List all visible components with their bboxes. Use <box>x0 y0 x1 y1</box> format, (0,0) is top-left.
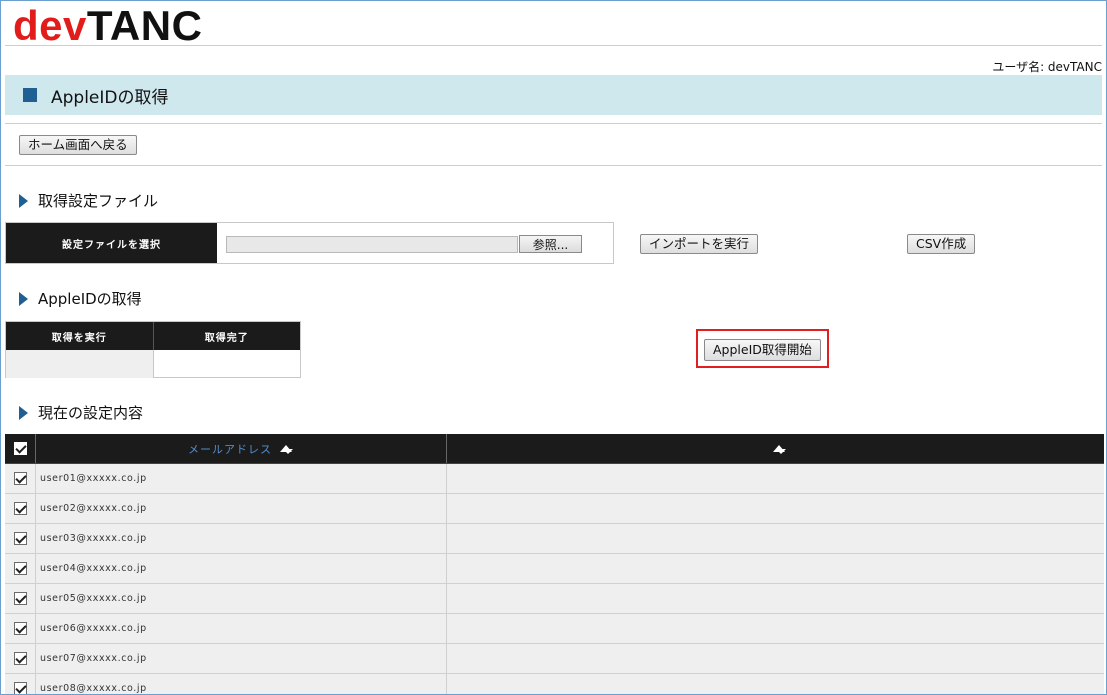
second-cell <box>447 524 1104 553</box>
email-cell: user03@xxxxx.co.jp <box>36 524 447 553</box>
col-execute-header: 取得を実行 <box>6 322 154 350</box>
table-row: user02@xxxxx.co.jp <box>5 494 1104 524</box>
table-row: user08@xxxxx.co.jp <box>5 674 1104 694</box>
row-checkbox[interactable] <box>13 682 27 694</box>
triangle-right-icon <box>19 193 28 208</box>
second-cell <box>447 554 1104 583</box>
file-select-label: 設定ファイルを選択 <box>6 223 217 263</box>
second-cell <box>447 494 1104 523</box>
square-icon <box>23 88 37 102</box>
email-cell: user05@xxxxx.co.jp <box>36 584 447 613</box>
second-column-header[interactable] <box>447 434 1104 463</box>
second-cell <box>447 614 1104 643</box>
done-cell <box>154 350 301 378</box>
second-cell <box>447 644 1104 673</box>
second-cell <box>447 584 1104 613</box>
email-cell: user06@xxxxx.co.jp <box>36 614 447 643</box>
row-checkbox[interactable] <box>13 652 27 665</box>
row-checkbox[interactable] <box>13 472 27 485</box>
row-checkbox[interactable] <box>13 502 27 515</box>
acquisition-status-table: 取得を実行 取得完了 <box>5 321 301 378</box>
section-current-settings: 現在の設定内容 <box>19 402 143 423</box>
table-row: user03@xxxxx.co.jp <box>5 524 1104 554</box>
section-apple-id: AppleIDの取得 <box>19 288 142 309</box>
sort-icon[interactable] <box>772 444 787 454</box>
table-row: user01@xxxxx.co.jp <box>5 464 1104 494</box>
second-cell <box>447 464 1104 493</box>
email-cell: user04@xxxxx.co.jp <box>36 554 447 583</box>
divider <box>5 165 1102 166</box>
sort-icon[interactable] <box>280 444 294 454</box>
divider <box>5 45 1102 46</box>
section-heading: AppleIDの取得 <box>38 290 142 308</box>
email-column-header[interactable]: メールアドレス <box>36 434 447 463</box>
table-header: メールアドレス <box>5 434 1104 464</box>
row-checkbox[interactable] <box>13 592 27 605</box>
select-all-checkbox[interactable] <box>13 442 27 455</box>
email-cell: user07@xxxxx.co.jp <box>36 644 447 673</box>
email-cell: user08@xxxxx.co.jp <box>36 674 447 694</box>
section-settings-file: 取得設定ファイル <box>19 190 158 211</box>
row-checkbox[interactable] <box>13 622 27 635</box>
logo-dev: dev <box>13 2 87 49</box>
file-path-input[interactable] <box>226 236 518 253</box>
import-button[interactable]: インポートを実行 <box>640 234 759 254</box>
section-heading: 現在の設定内容 <box>38 404 144 422</box>
table-row: user04@xxxxx.co.jp <box>5 554 1104 584</box>
apple-id-start-button[interactable]: AppleID取得開始 <box>704 339 821 361</box>
table-row: user07@xxxxx.co.jp <box>5 644 1104 674</box>
table-row: user05@xxxxx.co.jp <box>5 584 1104 614</box>
logo-tanc: TANC <box>86 2 203 49</box>
table-row: user06@xxxxx.co.jp <box>5 614 1104 644</box>
triangle-right-icon <box>19 291 28 306</box>
section-heading: 取得設定ファイル <box>38 192 159 210</box>
home-button[interactable]: ホーム画面へ戻る <box>19 135 137 155</box>
logo: devTANC <box>13 3 202 49</box>
triangle-right-icon <box>19 405 28 420</box>
page-title-bar: AppleIDの取得 <box>5 75 1102 115</box>
settings-table: メールアドレス user01@xxxxx.co.jp user02@xxxxx.c… <box>5 434 1104 694</box>
divider <box>5 123 1102 124</box>
browse-button[interactable]: 参照... <box>519 235 582 253</box>
second-cell <box>447 674 1104 694</box>
email-cell: user01@xxxxx.co.jp <box>36 464 447 493</box>
csv-create-button[interactable]: CSV作成 <box>907 234 976 254</box>
page-title: AppleIDの取得 <box>51 87 169 108</box>
email-cell: user02@xxxxx.co.jp <box>36 494 447 523</box>
file-select-box: 設定ファイルを選択 参照... <box>5 222 614 264</box>
row-checkbox[interactable] <box>13 532 27 545</box>
username-label: ユーザ名: devTANC <box>992 60 1102 74</box>
col-done-header: 取得完了 <box>204 332 249 344</box>
row-checkbox[interactable] <box>13 562 27 575</box>
execute-cell <box>6 350 154 378</box>
app-frame: devTANC ユーザ名: devTANC AppleIDの取得 ホーム画面へ戻… <box>0 0 1107 695</box>
